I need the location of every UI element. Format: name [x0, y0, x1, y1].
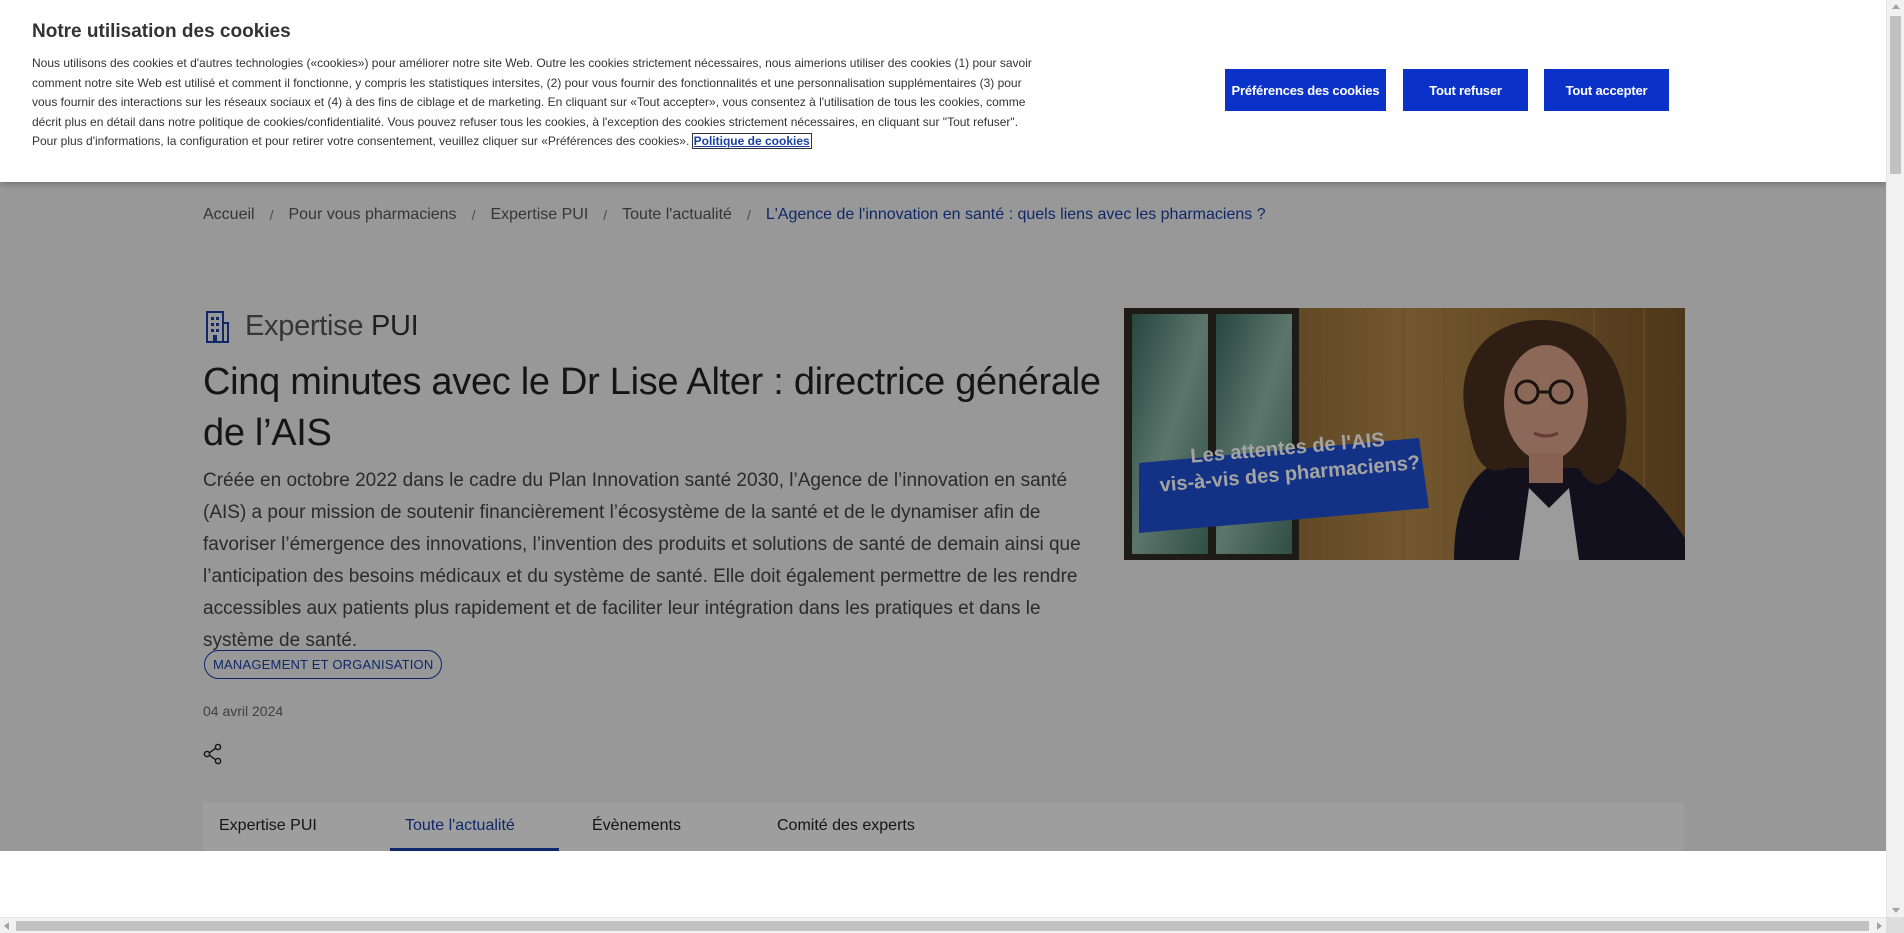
scroll-left-arrow-icon[interactable]: [4, 922, 9, 930]
building-icon: [206, 310, 229, 343]
scroll-up-arrow-icon[interactable]: [1892, 4, 1900, 9]
scrollbar-corner: [1886, 917, 1904, 933]
breadcrumb-separator: /: [746, 207, 751, 223]
article-date: 04 avril 2024: [203, 703, 284, 719]
breadcrumb-separator: /: [603, 207, 608, 223]
cookie-banner: Notre utilisation des cookies Nous utili…: [0, 0, 1886, 182]
tab-toute-actualite[interactable]: Toute l'actualité: [390, 802, 559, 851]
section-title-light: Expertise: [245, 310, 364, 342]
cookie-policy-link[interactable]: Politique de cookies: [691, 133, 812, 150]
breadcrumb-current: L'Agence de l'innovation en santé : quel…: [765, 206, 1266, 223]
vertical-scroll-thumb[interactable]: [1890, 16, 1901, 174]
article-lead: Créée en octobre 2022 dans le cadre du P…: [203, 470, 1081, 651]
section-title-bold: PUI: [370, 310, 419, 342]
tab-evenements[interactable]: Évènements: [592, 802, 681, 851]
cookie-accept-all-button[interactable]: Tout accepter: [1544, 69, 1669, 111]
page: Accueil / Pour vous pharmaciens / Expert…: [0, 0, 1886, 917]
section-title: Expertise PUI: [245, 310, 419, 343]
breadcrumb-item-accueil[interactable]: Accueil: [203, 206, 255, 224]
cookie-reject-all-button[interactable]: Tout refuser: [1403, 69, 1528, 111]
tab-expertise-pui[interactable]: Expertise PUI: [219, 802, 317, 851]
breadcrumb-item-expertise-pui[interactable]: Expertise PUI: [490, 206, 588, 224]
vertical-scrollbar[interactable]: [1886, 0, 1904, 917]
breadcrumb: Accueil / Pour vous pharmaciens / Expert…: [203, 206, 1266, 224]
breadcrumb-item-pharmaciens[interactable]: Pour vous pharmaciens: [288, 206, 456, 224]
section-header: Expertise PUI: [205, 310, 419, 343]
breadcrumb-separator: /: [471, 207, 476, 223]
scroll-right-arrow-icon[interactable]: [1877, 922, 1882, 930]
cookie-preferences-button[interactable]: Préférences des cookies: [1225, 69, 1386, 111]
cookie-banner-text: Nous utilisons des cookies et d'autres t…: [32, 54, 1032, 152]
share-icon[interactable]: [203, 743, 223, 765]
breadcrumb-separator: /: [269, 207, 274, 223]
horizontal-scroll-thumb[interactable]: [16, 921, 1869, 931]
scroll-down-arrow-icon[interactable]: [1892, 908, 1900, 913]
cookie-banner-body: Nous utilisons des cookies et d'autres t…: [32, 56, 1032, 149]
tab-comite-experts[interactable]: Comité des experts: [777, 802, 915, 851]
breadcrumb-item-actualite[interactable]: Toute l'actualité: [622, 206, 732, 224]
cookie-banner-title: Notre utilisation des cookies: [32, 21, 291, 42]
article-title: Cinq minutes avec le Dr Lise Alter : dir…: [203, 361, 1101, 454]
tag-management[interactable]: MANAGEMENT ET ORGANISATION: [204, 650, 443, 679]
section-tabs: Expertise PUI Toute l'actualité Évènemen…: [203, 802, 1684, 851]
article-hero-image: Les attentes de l'AIS vis-à-vis des phar…: [1124, 308, 1685, 560]
horizontal-scrollbar[interactable]: [0, 917, 1886, 933]
